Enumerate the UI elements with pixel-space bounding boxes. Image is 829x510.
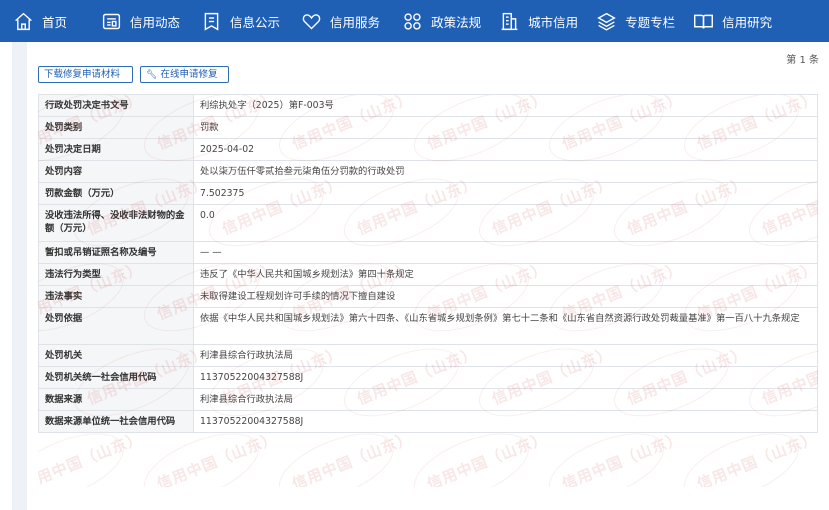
field-value: 利津县综合行政执法局 (193, 388, 818, 411)
home-icon (12, 10, 34, 32)
nav-item-special-topics[interactable]: 专题专栏 (595, 0, 675, 42)
top-navigation: 首页 信用动态 信息公示 信用服务 政策法规 城市信用 专题专栏 信用研究 (0, 0, 829, 42)
nav-label: 专题专栏 (625, 14, 676, 30)
nav-item-credit-news[interactable]: 信用动态 (100, 0, 180, 42)
field-label: 没收违法所得、没收非法财物的金额（万元） (38, 204, 194, 242)
penalty-record-table: 行政处罚决定书文号 利综执处字（2025）第F-003号 处罚类别 罚款 处罚决… (38, 94, 818, 433)
nav-item-info-publicity[interactable]: 信息公示 (200, 0, 280, 42)
field-value: 11370522004327588J (193, 410, 818, 433)
field-value: 利津县综合行政执法局 (193, 344, 818, 367)
news-card-icon (100, 10, 122, 32)
field-label: 处罚类别 (38, 116, 194, 139)
field-label: 罚款金额（万元） (38, 182, 194, 205)
field-value: 7.502375 (193, 182, 818, 205)
nav-label: 信息公示 (230, 14, 281, 30)
nav-label: 首页 (42, 14, 68, 30)
left-sidebar-strip (0, 42, 12, 510)
field-value: 利综执处字（2025）第F-003号 (193, 94, 818, 117)
button-label: 在线申请修复 (160, 69, 218, 80)
field-value: 11370522004327588J (193, 366, 818, 389)
field-value: — — (193, 241, 818, 264)
table-row: 行政处罚决定书文号 利综执处字（2025）第F-003号 (38, 94, 818, 117)
field-label: 处罚机关 (38, 344, 194, 367)
table-row: 处罚机关 利津县综合行政执法局 (38, 344, 818, 367)
table-row: 数据来源 利津县综合行政执法局 (38, 388, 818, 411)
table-row: 暂扣或吊销证照名称及编号 — — (38, 241, 818, 264)
field-label: 违法行为类型 (38, 263, 194, 286)
table-row: 违法事实 未取得建设工程规划许可手续的情况下擅自建设 (38, 285, 818, 308)
wrench-icon: 🔧︎ (146, 70, 158, 80)
field-label: 处罚机关统一社会信用代码 (38, 366, 194, 389)
field-label: 违法事实 (38, 285, 194, 308)
nav-item-credit-services[interactable]: 信用服务 (300, 0, 380, 42)
field-label: 处罚内容 (38, 160, 194, 183)
table-row: 处罚决定日期 2025-04-02 (38, 138, 818, 161)
field-value: 0.0 (193, 204, 818, 242)
document-icon (200, 10, 222, 32)
nav-label: 信用动态 (130, 14, 181, 30)
field-label: 处罚依据 (38, 307, 194, 345)
table-row: 罚款金额（万元） 7.502375 (38, 182, 818, 205)
field-label: 暂扣或吊销证照名称及编号 (38, 241, 194, 264)
field-value: 未取得建设工程规划许可手续的情况下擅自建设 (193, 285, 818, 308)
button-label: 下载修复申请材料 (44, 69, 121, 80)
table-row: 处罚类别 罚款 (38, 116, 818, 139)
nav-item-city-credit[interactable]: 城市信用 (498, 0, 578, 42)
nav-label: 城市信用 (528, 14, 579, 30)
field-value: 2025-04-02 (193, 138, 818, 161)
building-icon (498, 10, 520, 32)
field-label: 处罚决定日期 (38, 138, 194, 161)
field-value: 依据《中华人民共和国城乡规划法》第六十四条、《山东省城乡规划条例》第七十二条和《… (193, 307, 818, 345)
table-row: 处罚机关统一社会信用代码 11370522004327588J (38, 366, 818, 389)
online-repair-application-button[interactable]: 🔧︎ 在线申请修复 (140, 66, 229, 83)
book-icon (692, 10, 714, 32)
nav-label: 政策法规 (431, 14, 482, 30)
record-panel: 第 1 条 下载修复申请材料 🔧︎ 在线申请修复 行政处罚决定书文号 利综执处字（… (27, 42, 829, 510)
table-row: 处罚依据 依据《中华人民共和国城乡规划法》第六十四条、《山东省城乡规划条例》第七… (38, 307, 818, 345)
nav-item-home[interactable]: 首页 (12, 0, 67, 42)
field-value: 罚款 (193, 116, 818, 139)
nav-label: 信用研究 (722, 14, 773, 30)
table-row: 违法行为类型 违反了《中华人民共和国城乡规划法》第四十条规定 (38, 263, 818, 286)
field-label: 数据来源单位统一社会信用代码 (38, 410, 194, 433)
table-row: 没收违法所得、没收非法财物的金额（万元） 0.0 (38, 204, 818, 242)
nav-item-policies[interactable]: 政策法规 (401, 0, 481, 42)
heart-icon (300, 10, 322, 32)
layers-icon (595, 10, 617, 32)
field-value: 违反了《中华人民共和国城乡规划法》第四十条规定 (193, 263, 818, 286)
field-label: 行政处罚决定书文号 (38, 94, 194, 117)
nav-label: 信用服务 (330, 14, 381, 30)
field-label: 数据来源 (38, 388, 194, 411)
download-repair-materials-button[interactable]: 下载修复申请材料 (38, 66, 133, 83)
grid-icon (401, 10, 423, 32)
nav-item-credit-research[interactable]: 信用研究 (692, 0, 772, 42)
table-row: 处罚内容 处以柒万伍仟零贰拾叁元柒角伍分罚款的行政处罚 (38, 160, 818, 183)
field-value: 处以柒万伍仟零贰拾叁元柒角伍分罚款的行政处罚 (193, 160, 818, 183)
table-row: 数据来源单位统一社会信用代码 11370522004327588J (38, 410, 818, 433)
record-counter: 第 1 条 (786, 55, 819, 66)
